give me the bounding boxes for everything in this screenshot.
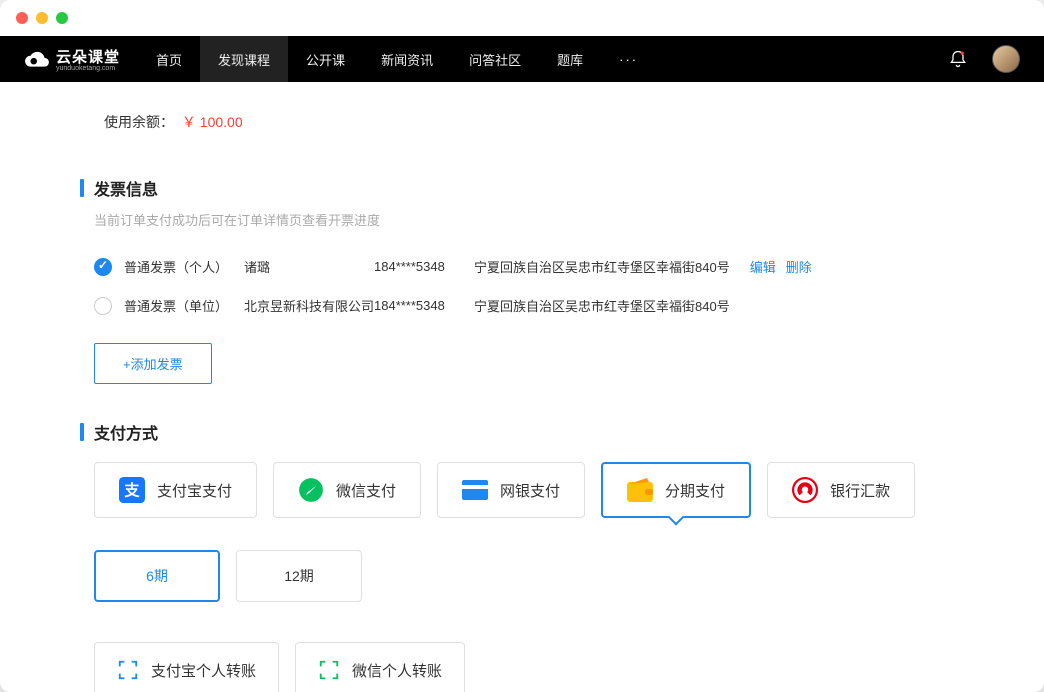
invoice-type: 普通发票（个人） [124, 257, 244, 276]
nav-open-class[interactable]: 公开课 [288, 36, 363, 82]
transfer-wechat[interactable]: 微信个人转账 [295, 642, 465, 692]
scan-icon [117, 659, 139, 681]
invoice-section-subtitle: 当前订单支付成功后可在订单详情页查看开票进度 [94, 210, 964, 229]
pay-bank-transfer[interactable]: 银行汇款 [767, 462, 915, 518]
invoice-section-title: 发票信息 [80, 176, 964, 200]
content: 使用余额： ￥ 100.00 发票信息 当前订单支付成功后可在订单详情页查看开票… [0, 82, 1044, 692]
minimize-window-button[interactable] [36, 12, 48, 24]
invoice-address: 宁夏回族自治区吴忠市红寺堡区幸福街840号 [474, 257, 730, 276]
bank-card-icon [462, 477, 488, 503]
nav-question-bank[interactable]: 题库 [539, 36, 601, 82]
top-nav: 云朵课堂 yunduoketang.com 首页 发现课程 公开课 新闻资讯 问… [0, 36, 1044, 82]
radio-unchecked-icon[interactable] [94, 297, 112, 315]
pay-netbank[interactable]: 网银支付 [437, 462, 585, 518]
balance-amount: ￥ 100.00 [182, 114, 243, 130]
nav-items: 首页 发现课程 公开课 新闻资讯 问答社区 题库 ··· [138, 36, 656, 82]
transfer-alipay[interactable]: 支付宝个人转账 [94, 642, 279, 692]
scan-icon [318, 659, 340, 681]
payment-section-title: 支付方式 [80, 420, 964, 444]
invoice-phone: 184****5348 [374, 298, 474, 313]
nav-discover[interactable]: 发现课程 [200, 36, 288, 82]
nav-home[interactable]: 首页 [138, 36, 200, 82]
invoice-type: 普通发票（单位） [124, 296, 244, 315]
titlebar [0, 0, 1044, 36]
invoice-name: 北京昱新科技有限公司 [244, 296, 374, 315]
brand-sub: yunduoketang.com [56, 65, 120, 72]
cloud-icon [24, 46, 50, 72]
pay-alipay[interactable]: 支 支付宝支付 [94, 462, 257, 518]
bell-icon[interactable] [948, 49, 968, 69]
invoice-phone: 184****5348 [374, 259, 474, 274]
payment-methods-row: 支 支付宝支付 微信支付 网银支付 分期支付 [94, 462, 964, 518]
invoice-name: 诸璐 [244, 257, 374, 276]
nav-news[interactable]: 新闻资讯 [363, 36, 451, 82]
wallet-icon [627, 477, 653, 503]
nav-qa[interactable]: 问答社区 [451, 36, 539, 82]
wechat-icon [298, 477, 324, 503]
balance-row: 使用余额： ￥ 100.00 [80, 82, 964, 150]
installment-options: 6期 12期 [94, 550, 964, 602]
edit-invoice-link[interactable]: 编辑 [750, 257, 776, 276]
pay-wechat[interactable]: 微信支付 [273, 462, 421, 518]
invoice-row-company[interactable]: 普通发票（单位） 北京昱新科技有限公司 184****5348 宁夏回族自治区吴… [80, 286, 964, 325]
pay-installment[interactable]: 分期支付 [601, 462, 751, 518]
delete-invoice-link[interactable]: 删除 [786, 257, 812, 276]
invoice-row-personal[interactable]: 普通发票（个人） 诸璐 184****5348 宁夏回族自治区吴忠市红寺堡区幸福… [80, 247, 964, 286]
add-invoice-button[interactable]: +添加发票 [94, 343, 212, 384]
brand-name: 云朵课堂 [56, 46, 120, 67]
installment-6[interactable]: 6期 [94, 550, 220, 602]
transfer-options: 支付宝个人转账 微信个人转账 [94, 642, 964, 692]
app-window: 云朵课堂 yunduoketang.com 首页 发现课程 公开课 新闻资讯 问… [0, 0, 1044, 692]
balance-label: 使用余额： [104, 114, 174, 130]
nav-more[interactable]: ··· [601, 52, 656, 67]
close-window-button[interactable] [16, 12, 28, 24]
invoice-address: 宁夏回族自治区吴忠市红寺堡区幸福街840号 [474, 296, 730, 315]
alipay-icon: 支 [119, 477, 145, 503]
brand-logo[interactable]: 云朵课堂 yunduoketang.com [24, 46, 120, 72]
svg-text:支: 支 [123, 481, 140, 499]
radio-checked-icon[interactable] [94, 258, 112, 276]
maximize-window-button[interactable] [56, 12, 68, 24]
bank-icon [792, 477, 818, 503]
user-avatar[interactable] [992, 45, 1020, 73]
installment-12[interactable]: 12期 [236, 550, 362, 602]
